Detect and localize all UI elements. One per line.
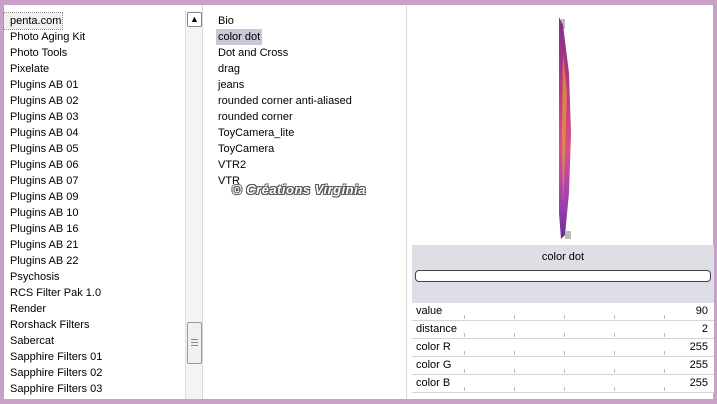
settings-panel: color dot value 90 distance 2 color R 25… <box>409 5 714 399</box>
selected-effect-title: color dot <box>541 251 585 263</box>
param-row-color-b[interactable]: color B 255 <box>412 375 714 393</box>
list-item[interactable]: Rorshack Filters <box>4 317 186 333</box>
watermark-text: © Créations Virginia <box>232 182 366 197</box>
list-item[interactable]: rounded corner <box>216 109 354 125</box>
tick-mark <box>614 351 615 355</box>
param-value: 255 <box>689 377 708 389</box>
tick-mark <box>564 351 565 355</box>
param-value: 2 <box>701 323 708 335</box>
param-value: 255 <box>689 341 708 353</box>
tick-mark <box>614 369 615 373</box>
list-item[interactable]: Sapphire Filters 02 <box>4 365 186 381</box>
tick-mark <box>514 369 515 373</box>
list-item[interactable]: Plugins AB 06 <box>4 157 186 173</box>
list-item[interactable]: ToyCamera <box>216 141 354 157</box>
scroll-up-button[interactable]: ▲ <box>187 12 202 27</box>
tick-mark <box>464 333 465 337</box>
list-item[interactable]: Plugins AB 21 <box>4 237 186 253</box>
tick-mark <box>614 315 615 319</box>
list-item[interactable]: Plugins AB 01 <box>4 77 186 93</box>
grip-line <box>191 345 198 346</box>
list-item[interactable]: Plugins AB 04 <box>4 125 186 141</box>
tick-mark <box>514 333 515 337</box>
effect-list[interactable]: Bio color dot Dot and Cross drag jeans r… <box>216 13 354 189</box>
grip-line <box>191 339 198 340</box>
tick-mark <box>564 369 565 373</box>
tick-mark <box>564 387 565 391</box>
list-item[interactable]: Plugins AB 16 <box>4 221 186 237</box>
tick-mark <box>514 351 515 355</box>
param-value: 255 <box>689 359 708 371</box>
vertical-scrollbar[interactable]: ▲ <box>185 11 202 399</box>
list-item[interactable]: Photo Aging Kit <box>4 29 186 45</box>
tick-mark <box>664 333 665 337</box>
parameter-table: value 90 distance 2 color R 255 color G … <box>412 303 714 393</box>
tick-mark <box>464 369 465 373</box>
list-item[interactable]: Sapphire Filters 01 <box>4 349 186 365</box>
param-name: color R <box>416 341 451 353</box>
list-item[interactable]: Sabercat <box>4 333 186 349</box>
chevron-up-icon: ▲ <box>190 14 199 24</box>
effect-progress-bar <box>415 270 711 282</box>
tick-mark <box>614 387 615 391</box>
list-item[interactable]: rounded corner anti-aliased <box>216 93 354 109</box>
list-item[interactable]: Render <box>4 301 186 317</box>
filter-category-list[interactable]: penta.com Photo Aging Kit Photo Tools Pi… <box>3 12 186 397</box>
list-item[interactable]: jeans <box>216 77 354 93</box>
list-item[interactable]: Psychosis <box>4 269 186 285</box>
list-item[interactable]: VTR2 <box>216 157 354 173</box>
tick-mark <box>614 333 615 337</box>
list-item[interactable]: Plugins AB 07 <box>4 173 186 189</box>
list-item[interactable]: Plugins AB 22 <box>4 253 186 269</box>
list-item[interactable]: Photo Tools <box>4 45 186 61</box>
list-item[interactable]: ToyCamera_lite <box>216 125 354 141</box>
param-value: 90 <box>695 305 708 317</box>
effect-header: color dot <box>412 245 714 303</box>
param-row-color-g[interactable]: color G 255 <box>412 357 714 375</box>
list-item[interactable]: Plugins AB 09 <box>4 189 186 205</box>
list-item[interactable]: color dot <box>216 29 263 45</box>
list-item[interactable]: RCS Filter Pak 1.0 <box>4 285 186 301</box>
param-name: value <box>416 305 443 317</box>
tick-mark <box>664 315 665 319</box>
param-row-value[interactable]: value 90 <box>412 303 714 321</box>
tick-mark <box>514 387 515 391</box>
param-name: color G <box>416 359 452 371</box>
list-item[interactable]: penta.com <box>3 12 63 30</box>
list-item[interactable]: Plugins AB 05 <box>4 141 186 157</box>
tick-mark <box>464 387 465 391</box>
scrollbar-thumb[interactable] <box>187 322 202 364</box>
tick-mark <box>564 315 565 319</box>
filter-category-panel: penta.com Photo Aging Kit Photo Tools Pi… <box>3 5 203 399</box>
list-item[interactable]: Plugins AB 02 <box>4 93 186 109</box>
list-item[interactable]: Plugins AB 10 <box>4 205 186 221</box>
tick-mark <box>664 369 665 373</box>
tick-mark <box>464 315 465 319</box>
tick-mark <box>564 333 565 337</box>
tick-mark <box>664 351 665 355</box>
tick-mark <box>664 387 665 391</box>
tick-mark <box>464 351 465 355</box>
param-row-distance[interactable]: distance 2 <box>412 321 714 339</box>
filter-dialog: penta.com Photo Aging Kit Photo Tools Pi… <box>3 5 714 399</box>
param-name: distance <box>416 323 457 335</box>
param-row-color-r[interactable]: color R 255 <box>412 339 714 357</box>
list-item[interactable]: drag <box>216 61 354 77</box>
preview-image <box>559 17 571 239</box>
grip-line <box>191 342 198 343</box>
effect-panel: Bio color dot Dot and Cross drag jeans r… <box>204 5 407 399</box>
list-item[interactable]: Sapphire Filters 03 <box>4 381 186 397</box>
list-item[interactable]: Bio <box>216 13 354 29</box>
list-item[interactable]: Plugins AB 03 <box>4 109 186 125</box>
tick-mark <box>514 315 515 319</box>
list-item[interactable]: Pixelate <box>4 61 186 77</box>
list-item[interactable]: Dot and Cross <box>216 45 354 61</box>
param-name: color B <box>416 377 451 389</box>
